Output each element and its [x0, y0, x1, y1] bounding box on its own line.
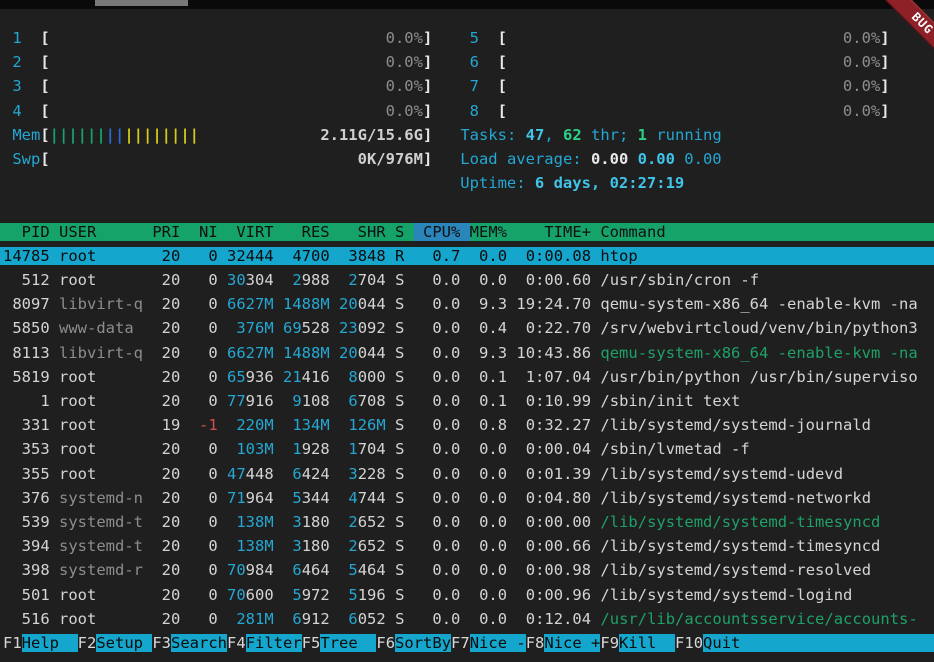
- cpu-meter-row-1: 1 [ 0.0%] 5 [ 0.0%]: [3, 29, 934, 47]
- column-header-res[interactable]: RES: [283, 223, 339, 241]
- column-header-virt[interactable]: VIRT: [227, 223, 283, 241]
- process-row-516[interactable]: 516 root 20 0 281M 6912 6052 S 0.0 0.0 0…: [3, 610, 934, 628]
- column-header-ni[interactable]: NI: [190, 223, 227, 241]
- swap-meter: Swp[ 0K/976M]: [3, 150, 432, 168]
- process-row-394[interactable]: 394 systemd-t 20 0 138M 3180 2652 S 0.0 …: [3, 537, 934, 555]
- fkey-f9-kill-button[interactable]: F9Kill: [600, 634, 675, 652]
- column-header-time[interactable]: TIME+: [516, 223, 600, 241]
- fkey-f2-setup-button[interactable]: F2Setup: [78, 634, 153, 652]
- fkey-f6-sortby-button[interactable]: F6SortBy: [376, 634, 451, 652]
- column-header-cpu[interactable]: CPU%: [414, 223, 470, 241]
- process-row-14785[interactable]: 14785 root 20 0 32444 4700 3848 R 0.7 0.…: [3, 247, 934, 265]
- fkey-f5-tree-button[interactable]: F5Tree: [302, 634, 377, 652]
- process-row-398[interactable]: 398 systemd-r 20 0 70984 6464 5464 S 0.0…: [3, 561, 934, 579]
- cpu6-meter: 6 [ 0.0%]: [460, 53, 889, 71]
- column-header-user[interactable]: USER: [59, 223, 152, 241]
- process-row-376[interactable]: 376 systemd-n 20 0 71964 5344 4744 S 0.0…: [3, 489, 934, 507]
- fkey-f7-nice-button[interactable]: F7Nice -: [451, 634, 526, 652]
- column-header-pri[interactable]: PRI: [152, 223, 189, 241]
- window-top-strip: [0, 0, 934, 9]
- table-header: PID USER PRI NI VIRT RES SHR S CPU% MEM%…: [3, 223, 934, 241]
- uptime-row: Uptime: 6 days, 02:27:19: [3, 174, 684, 192]
- process-row-353[interactable]: 353 root 20 0 103M 1928 1704 S 0.0 0.0 0…: [3, 440, 934, 458]
- terminal-screen: 1 [ 0.0%] 5 [ 0.0%] 2 [ 0.0%] 6 [ 0.0%]: [0, 0, 934, 662]
- fkey-f8-nice-button[interactable]: F8Nice +: [526, 634, 601, 652]
- fkey-f4-filter-button[interactable]: F4Filter: [227, 634, 302, 652]
- process-row-1[interactable]: 1 root 20 0 77916 9108 6708 S 0.0 0.1 0:…: [3, 392, 934, 410]
- fkey-f10-quit-button[interactable]: F10Quit: [675, 634, 934, 652]
- column-header-pid[interactable]: PID: [3, 223, 59, 241]
- process-row-8113[interactable]: 8113 libvirt-q 20 0 6627M 1488M 20044 S …: [3, 344, 934, 362]
- cpu2-meter: 2 [ 0.0%]: [3, 53, 432, 71]
- uptime: Uptime: 6 days, 02:27:19: [460, 174, 684, 192]
- column-header-mem[interactable]: MEM%: [470, 223, 517, 241]
- memory-meter: Mem[|||||||||||||||| 2.11G/15.6G]: [3, 126, 432, 144]
- cpu5-meter: 5 [ 0.0%]: [460, 29, 889, 47]
- htop-terminal[interactable]: 1 [ 0.0%] 5 [ 0.0%] 2 [ 0.0%] 6 [ 0.0%]: [0, 9, 934, 655]
- cpu7-meter: 7 [ 0.0%]: [460, 77, 889, 95]
- cpu-meter-row-3: 3 [ 0.0%] 7 [ 0.0%]: [3, 77, 934, 95]
- cpu3-meter: 3 [ 0.0%]: [3, 77, 432, 95]
- fkey-f3-search-button[interactable]: F3Search: [152, 634, 227, 652]
- cpu8-meter: 8 [ 0.0%]: [460, 102, 889, 120]
- cpu4-meter: 4 [ 0.0%]: [3, 102, 432, 120]
- load-average: Load average: 0.00 0.00 0.00: [460, 150, 721, 168]
- process-row-539[interactable]: 539 systemd-t 20 0 138M 3180 2652 S 0.0 …: [3, 513, 934, 531]
- function-key-bar: F1Help F2Setup F3SearchF4FilterF5Tree F6…: [3, 634, 934, 652]
- cpu-meter-row-2: 2 [ 0.0%] 6 [ 0.0%]: [3, 53, 934, 71]
- tasks-summary: Tasks: 47, 62 thr; 1 running: [460, 126, 721, 144]
- column-header-shr[interactable]: SHR: [339, 223, 395, 241]
- fkey-f1-help-button[interactable]: F1Help: [3, 634, 78, 652]
- process-row-8097[interactable]: 8097 libvirt-q 20 0 6627M 1488M 20044 S …: [3, 295, 934, 313]
- process-row-501[interactable]: 501 root 20 0 70600 5972 5196 S 0.0 0.0 …: [3, 586, 934, 604]
- process-row-5850[interactable]: 5850 www-data 20 0 376M 69528 23092 S 0.…: [3, 319, 934, 337]
- cpu-meter-row-4: 4 [ 0.0%] 8 [ 0.0%]: [3, 102, 934, 120]
- column-header-command[interactable]: Command: [600, 223, 934, 241]
- window-tab: [95, 0, 188, 6]
- process-row-5819[interactable]: 5819 root 20 0 65936 21416 8000 S 0.0 0.…: [3, 368, 934, 386]
- cpu1-meter: 1 [ 0.0%]: [3, 29, 432, 47]
- process-row-331[interactable]: 331 root 19 -1 220M 134M 126M S 0.0 0.8 …: [3, 416, 934, 434]
- spacer-line: [3, 198, 12, 216]
- column-header-s[interactable]: S: [395, 223, 414, 241]
- process-row-355[interactable]: 355 root 20 0 47448 6424 3228 S 0.0 0.0 …: [3, 465, 934, 483]
- process-row-512[interactable]: 512 root 20 0 30304 2988 2704 S 0.0 0.0 …: [3, 271, 934, 289]
- swap-load-row: Swp[ 0K/976M] Load average: 0.00 0.00 0.…: [3, 150, 722, 168]
- memory-tasks-row: Mem[|||||||||||||||| 2.11G/15.6G] Tasks:…: [3, 126, 722, 144]
